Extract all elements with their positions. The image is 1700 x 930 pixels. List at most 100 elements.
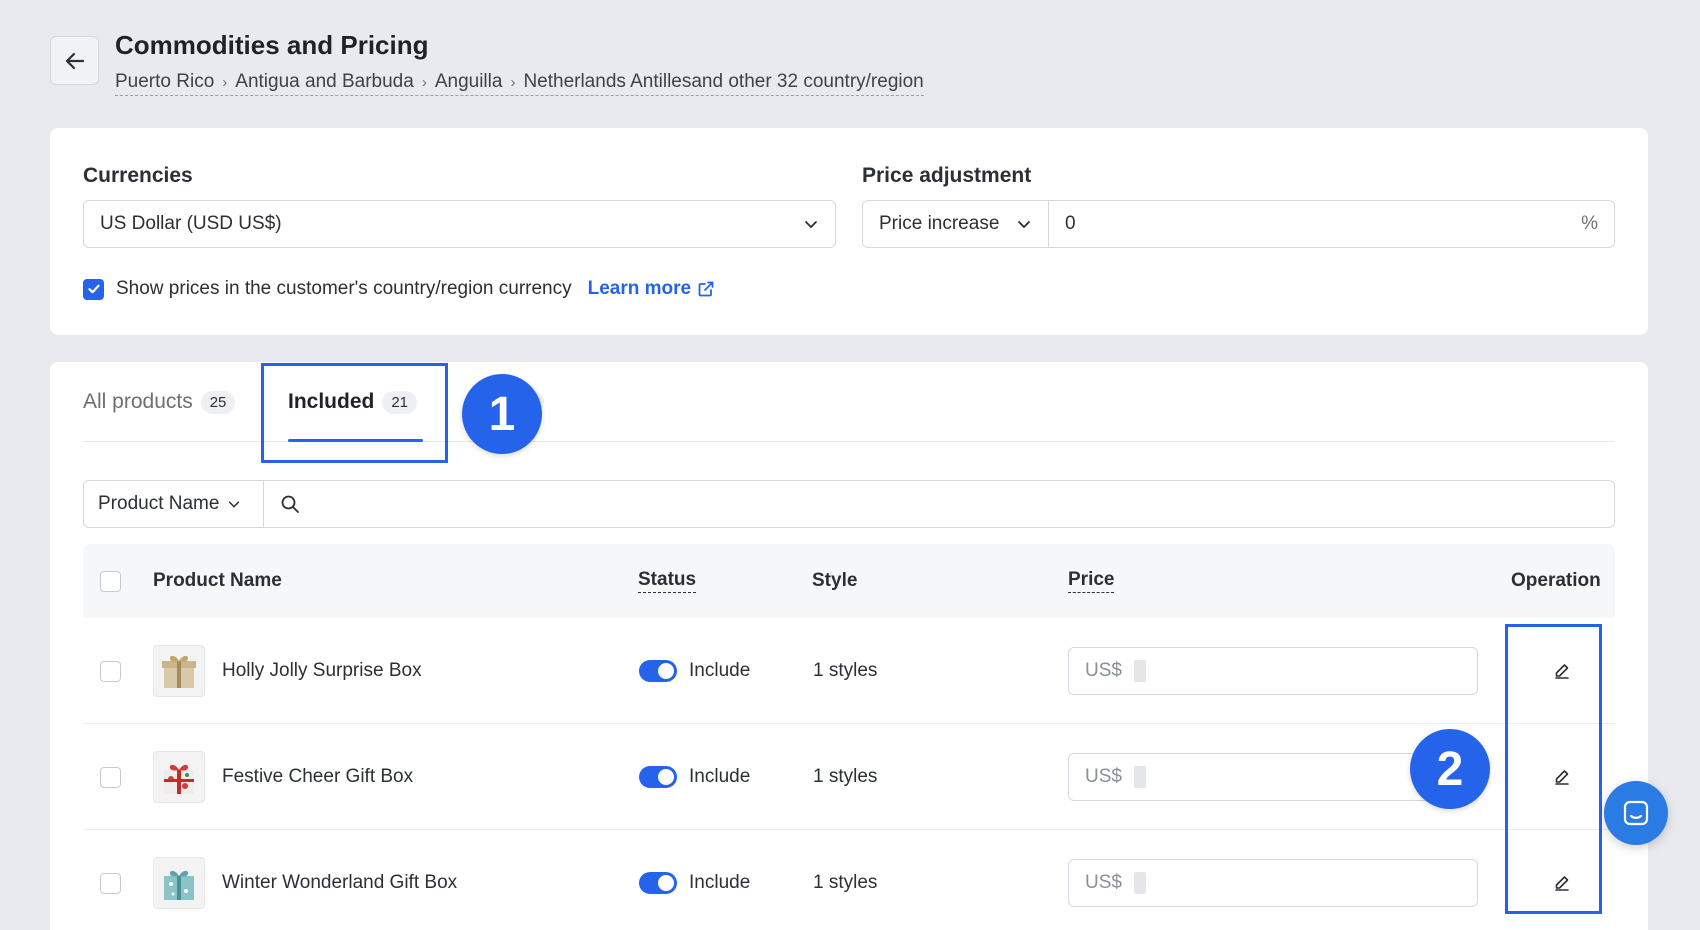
status-label: Include [689, 766, 751, 787]
arrow-left-icon [65, 52, 84, 69]
search-input[interactable] [310, 493, 1598, 515]
product-name[interactable]: Winter Wonderland Gift Box [222, 830, 457, 930]
currency-prefix: US$ [1085, 766, 1122, 787]
edit-button[interactable] [1547, 762, 1577, 792]
step-1-badge: 1 [462, 374, 542, 454]
style-count: 1 styles [813, 766, 878, 787]
pencil-icon [1555, 664, 1569, 679]
price-input[interactable]: US$ [1068, 859, 1478, 907]
gift-box-image [164, 870, 194, 900]
currency-value: US Dollar (USD US$) [100, 213, 282, 234]
adjustment-type-select[interactable]: Price increase [863, 201, 1049, 247]
tab-all-products[interactable]: All products 25 [83, 390, 236, 414]
row-checkbox[interactable] [100, 766, 121, 788]
products-table: Product Name Status Style Price Operatio… [83, 544, 1615, 930]
chevron-right-icon: › [510, 73, 516, 91]
product-search-bar: Product Name [83, 480, 1615, 528]
chat-button[interactable] [1604, 781, 1668, 845]
active-tab-indicator [288, 439, 423, 442]
page: Commodities and Pricing Puerto Rico › An… [0, 0, 1700, 930]
row-checkbox[interactable] [100, 660, 121, 682]
breadcrumb[interactable]: Puerto Rico › Antigua and Barbuda › Angu… [115, 71, 924, 96]
adjustment-type-value: Price increase [879, 213, 1000, 234]
learn-more-text: Learn more [587, 278, 692, 299]
learn-more-link[interactable]: Learn more [588, 278, 715, 300]
pencil-icon [1555, 770, 1569, 785]
table-row: Festive Cheer Gift Box Include 1 styles … [83, 724, 1615, 830]
pencil-icon [1555, 876, 1569, 891]
step-2-badge: 2 [1410, 729, 1490, 809]
gift-box-image [162, 655, 196, 688]
currency-select[interactable]: US Dollar (USD US$) [83, 200, 836, 248]
product-name[interactable]: Holly Jolly Surprise Box [222, 618, 422, 724]
column-header-operation: Operation [1511, 570, 1601, 591]
status-header-label: Status [638, 569, 697, 593]
style-count: 1 styles [813, 660, 878, 681]
page-title: Commodities and Pricing [115, 30, 429, 60]
currencies-label: Currencies [83, 164, 193, 187]
column-header-product-name: Product Name [153, 570, 282, 591]
table-row: Holly Jolly Surprise Box Include 1 style… [83, 618, 1615, 724]
chevron-down-icon [1018, 221, 1030, 229]
gift-box-image [164, 764, 194, 794]
price-adjustment-control: Price increase 0 % [862, 200, 1615, 248]
product-name[interactable]: Festive Cheer Gift Box [222, 724, 413, 830]
search-field-value: Product Name [98, 493, 220, 514]
adjustment-value-input[interactable]: 0 % [1049, 213, 1614, 235]
style-count: 1 styles [813, 872, 878, 893]
price-header-label: Price [1068, 569, 1115, 593]
products-card: All products 25 Included 21 d 4 Product … [50, 362, 1648, 930]
breadcrumb-item: Anguilla [434, 71, 503, 92]
tab-count: 25 [200, 390, 236, 414]
adjustment-value: 0 [1065, 213, 1076, 234]
price-value-redacted [1133, 660, 1146, 682]
price-input[interactable]: US$ [1068, 647, 1478, 695]
status-label: Include [689, 660, 751, 681]
product-thumbnail [153, 751, 205, 803]
product-tabs: All products 25 Included 21 d 4 [83, 362, 1615, 442]
price-value-redacted [1133, 872, 1146, 894]
currency-prefix: US$ [1085, 660, 1122, 681]
search-input-wrap [264, 493, 1614, 515]
currency-prefix: US$ [1085, 872, 1122, 893]
breadcrumb-item: Netherlands Antillesand other 32 country… [523, 71, 924, 92]
table-row: Winter Wonderland Gift Box Include 1 sty… [83, 830, 1615, 930]
search-field-select[interactable]: Product Name [84, 481, 264, 527]
checkmark-icon [87, 284, 100, 294]
include-toggle[interactable] [639, 766, 677, 788]
chat-icon [1623, 800, 1649, 826]
chevron-down-icon [229, 501, 240, 508]
tab-count: 21 [382, 390, 418, 414]
tab-label: Included [288, 390, 375, 413]
include-toggle[interactable] [639, 872, 677, 894]
tab-included[interactable]: Included 21 [288, 390, 418, 414]
back-button[interactable] [50, 36, 99, 85]
price-value-redacted [1133, 766, 1146, 788]
chevron-right-icon: › [421, 73, 427, 91]
product-thumbnail [153, 645, 205, 697]
currency-settings-card: Currencies US Dollar (USD US$) Price adj… [50, 128, 1648, 335]
column-header-price[interactable]: Price [1068, 544, 1115, 618]
status-label: Include [689, 872, 751, 893]
breadcrumb-item: Antigua and Barbuda [235, 71, 414, 92]
select-all-checkbox[interactable] [100, 570, 121, 592]
column-header-status[interactable]: Status [638, 544, 697, 618]
external-link-icon [698, 281, 714, 297]
search-icon [281, 495, 299, 513]
percent-unit: % [1581, 213, 1598, 234]
product-thumbnail [153, 857, 205, 909]
breadcrumb-item: Puerto Rico [115, 71, 215, 92]
tab-label: All products [83, 390, 193, 413]
column-header-style: Style [812, 570, 858, 591]
edit-button[interactable] [1547, 656, 1577, 686]
edit-button[interactable] [1547, 868, 1577, 898]
show-local-currency-label: Show prices in the customer's country/re… [116, 278, 572, 299]
table-header: Product Name Status Style Price Operatio… [83, 544, 1615, 618]
row-checkbox[interactable] [100, 872, 121, 894]
include-toggle[interactable] [639, 660, 677, 682]
chevron-down-icon [805, 221, 817, 229]
show-local-currency-checkbox[interactable] [83, 278, 104, 300]
price-adjustment-label: Price adjustment [862, 164, 1032, 187]
show-local-currency-row: Show prices in the customer's country/re… [83, 278, 715, 300]
chevron-right-icon: › [222, 73, 228, 91]
